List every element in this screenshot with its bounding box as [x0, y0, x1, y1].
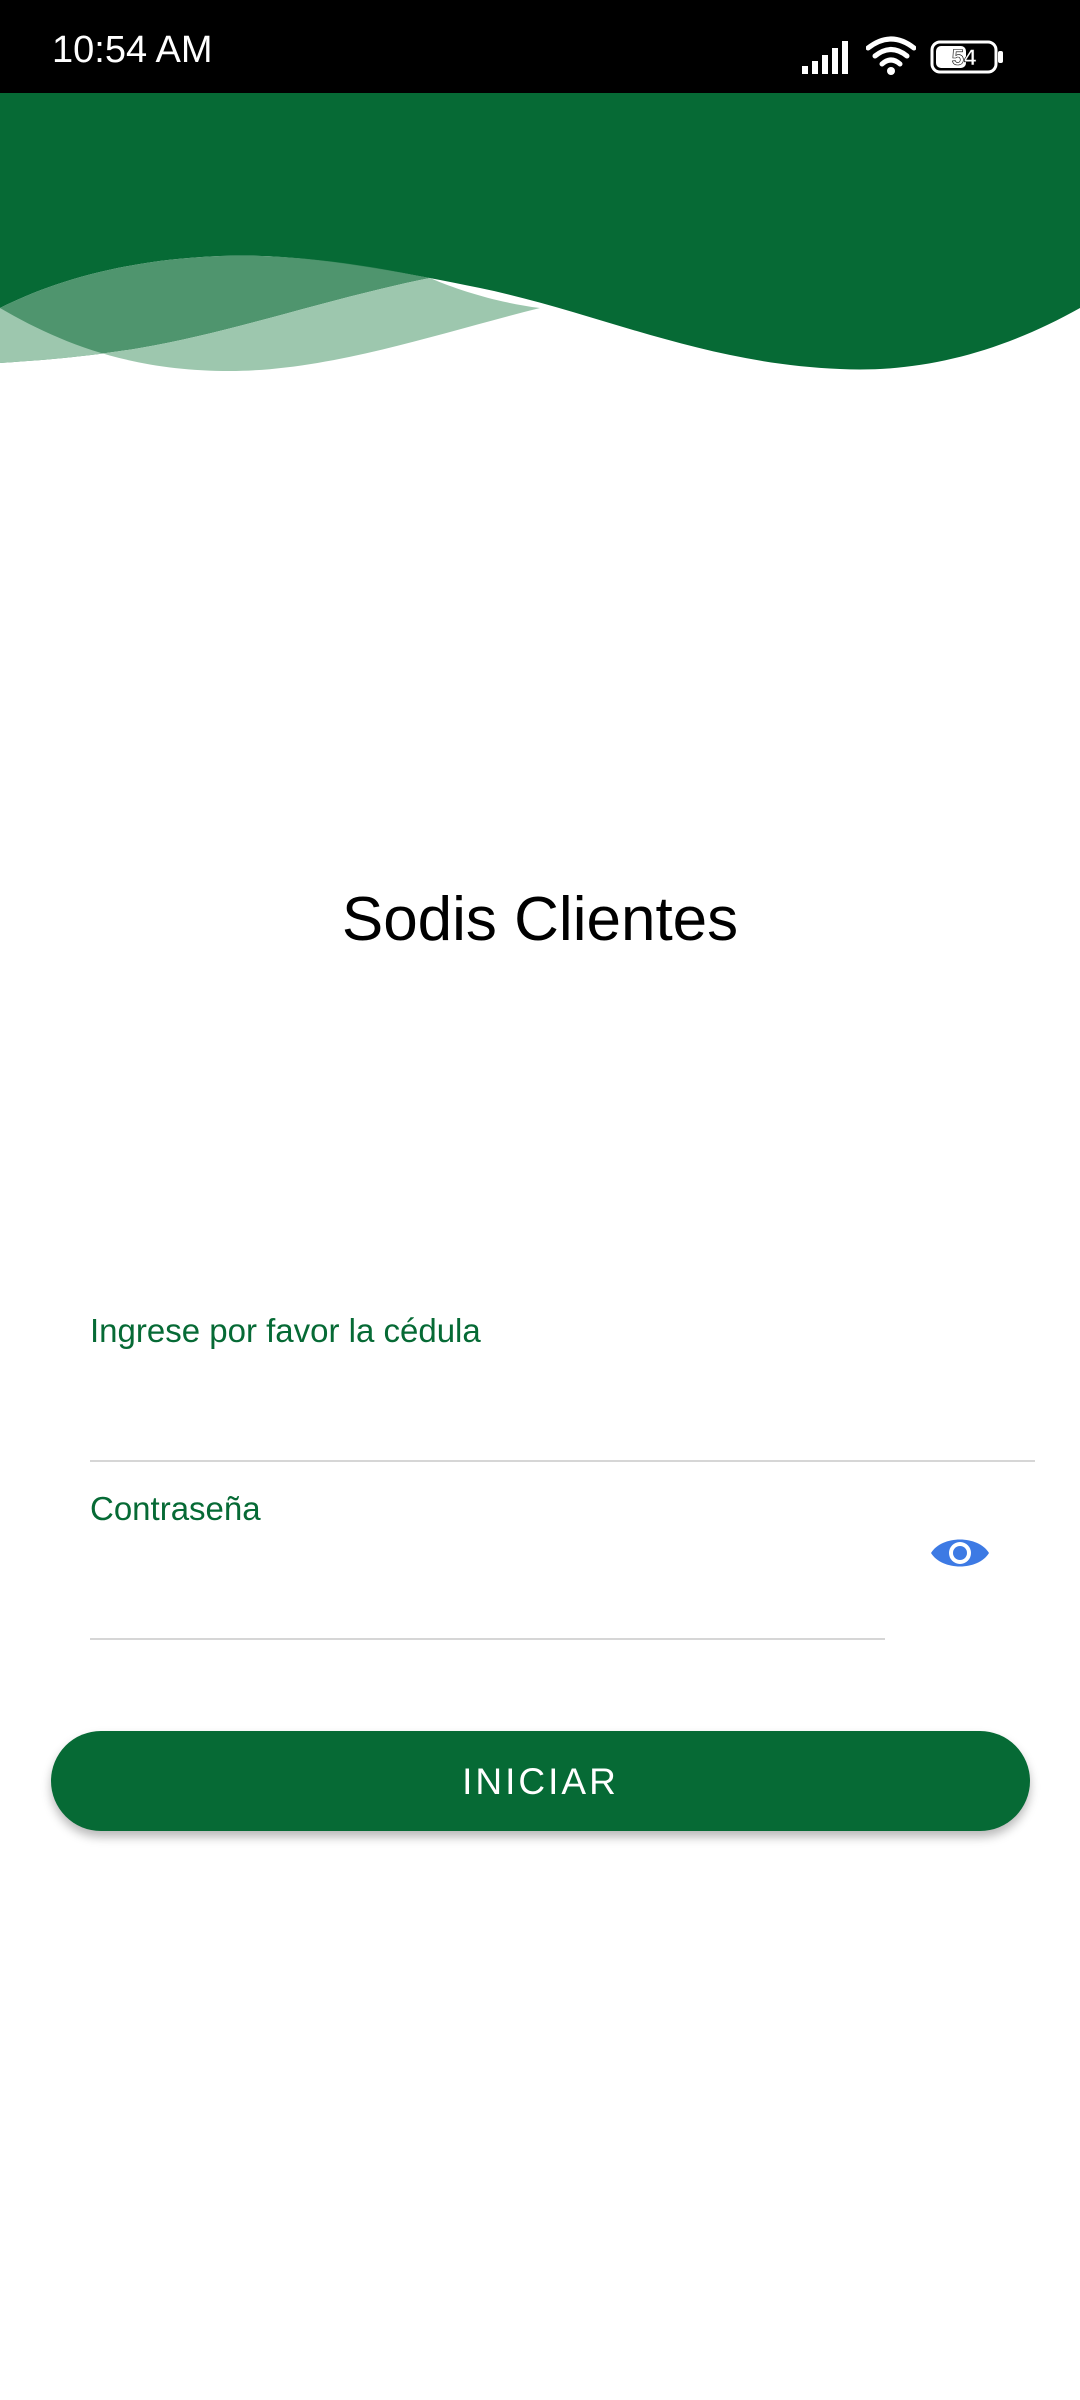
status-bar: 10:54 AM 54: [0, 0, 1080, 93]
eye-icon: [931, 1539, 989, 1567]
signal-icon: [802, 41, 848, 74]
status-time: 10:54 AM: [52, 29, 213, 71]
password-input[interactable]: [90, 1551, 885, 1621]
battery-level: 54: [952, 45, 977, 70]
login-button[interactable]: INICIAR: [51, 1731, 1030, 1831]
cedula-label: Ingrese por favor la cédula: [90, 1312, 481, 1349]
cedula-underline: [90, 1460, 1035, 1462]
password-field: Contraseña: [90, 1485, 885, 1645]
status-icons: 54: [780, 0, 1080, 93]
header-wave-decoration: [0, 93, 1080, 371]
password-visibility-toggle[interactable]: [928, 1525, 992, 1581]
app-title: Sodis Clientes: [341, 885, 739, 954]
cedula-input[interactable]: [90, 1375, 1035, 1445]
password-underline: [90, 1638, 885, 1640]
battery-icon: 54: [930, 40, 1003, 74]
cedula-field: Ingrese por favor la cédula: [90, 1305, 1035, 1465]
login-screen: 10:54 AM 54 Sodis Clientes Ingrese por f…: [0, 0, 1080, 2400]
password-label: Contraseña: [90, 1490, 261, 1527]
wifi-icon: [866, 36, 916, 75]
